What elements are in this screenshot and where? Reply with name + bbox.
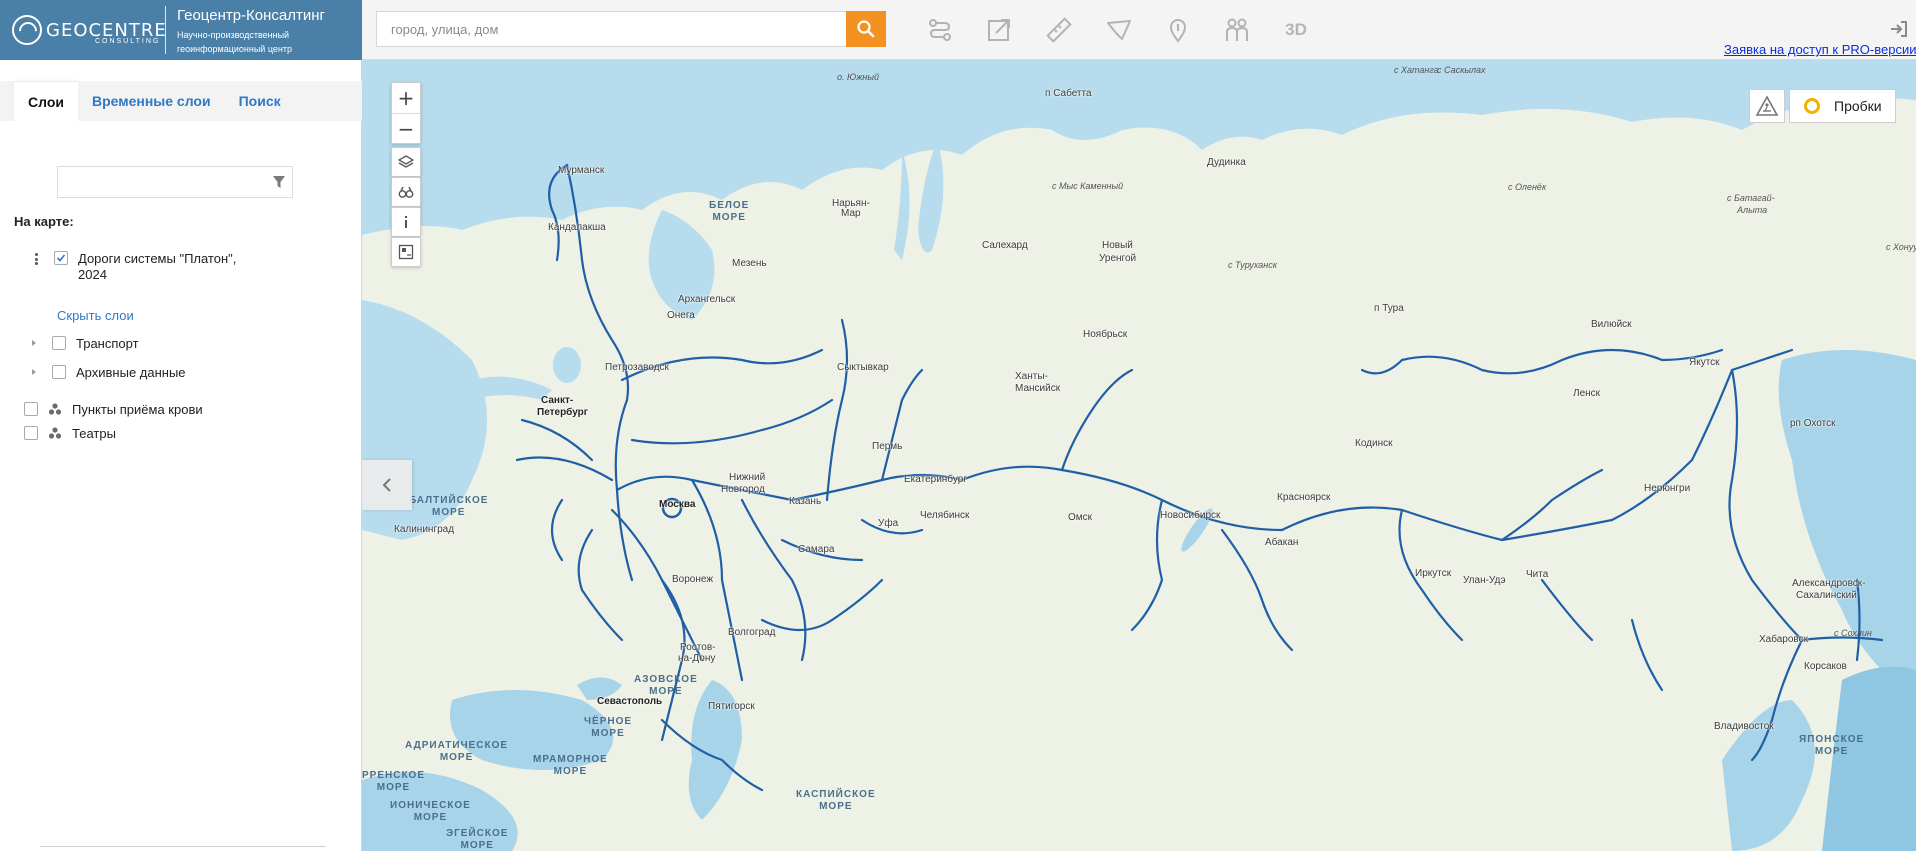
point-cluster-icon <box>48 427 62 439</box>
hide-layers-link[interactable]: Скрыть слои <box>57 308 134 323</box>
logout-button[interactable] <box>1886 16 1912 42</box>
3d-mode-button[interactable]: 3D <box>1278 12 1314 48</box>
layer-label-theaters: Театры <box>72 426 116 441</box>
expand-arrow-icon[interactable] <box>30 368 38 376</box>
tab-temporary-layers[interactable]: Временные слои <box>78 81 225 121</box>
basemap[interactable] <box>362 60 1916 851</box>
layer-item-blood-points: Пункты приёма крови <box>24 402 203 417</box>
people-icon <box>1226 18 1248 41</box>
pro-access-link[interactable]: Заявка на доступ к PRO-версии <box>1724 42 1916 57</box>
search-button[interactable] <box>846 11 886 47</box>
route-icon <box>929 19 951 41</box>
company-description-line: Научно-производственный <box>177 30 290 40</box>
point-cluster-icon <box>48 403 62 415</box>
logout-icon <box>1891 21 1907 37</box>
map-viewport[interactable]: Мурманск Кандалакша Мезень Архангельск Онега… <box>362 60 1916 851</box>
layer-checkbox-blood-points[interactable] <box>24 402 38 416</box>
traffic-label: Пробки <box>1834 98 1882 114</box>
layer-year: 2024 <box>78 267 107 282</box>
traffic-toggle-button[interactable]: Пробки <box>1789 89 1896 123</box>
layer-label-blood-points: Пункты приёма крови <box>72 402 203 417</box>
filter-icon[interactable] <box>272 175 286 189</box>
binoculars-button[interactable] <box>391 177 421 207</box>
layer-group-archive: Архивные данные <box>30 365 186 380</box>
toolbar: 3D <box>362 0 1916 60</box>
layer-checkbox-platon[interactable] <box>54 251 68 265</box>
layer-item-platon: Дороги системы "Платон", 2024 <box>30 251 248 283</box>
layer-name: Дороги системы "Платон", <box>78 251 237 266</box>
layer-filter-input[interactable] <box>57 166 293 198</box>
road-works-icon <box>1755 95 1779 116</box>
chevron-left-icon <box>382 478 391 492</box>
company-title: Геоцентр-Консалтинг <box>177 7 326 24</box>
collapse-sidebar-button[interactable] <box>362 460 412 510</box>
info-icon <box>405 216 407 228</box>
company-description: Научно-производственный геоинформационны… <box>177 28 337 56</box>
layer-checkbox-theaters[interactable] <box>24 426 38 440</box>
group-label-archive: Архивные данные <box>76 365 186 380</box>
layer-item-theaters: Театры <box>24 426 116 441</box>
ruler-icon <box>1046 17 1072 43</box>
on-map-heading: На карте: <box>14 214 74 229</box>
logo-icon <box>12 15 42 45</box>
basemap-layers-button[interactable] <box>391 147 421 177</box>
drag-handle-icon[interactable] <box>30 251 42 267</box>
layer-group-transport: Транспорт <box>30 336 139 351</box>
people-tool-button[interactable] <box>1219 12 1255 48</box>
sidebar-divider <box>40 846 326 847</box>
poi-icon <box>1169 19 1187 43</box>
company-description-line: геоинформационный центр <box>177 44 292 54</box>
layers-icon <box>398 155 414 168</box>
zoom-in-button[interactable]: + <box>392 83 420 113</box>
lake-ladoga <box>553 347 581 383</box>
map-frame-icon <box>398 244 414 260</box>
area-icon <box>1107 20 1131 40</box>
checkmark-icon <box>56 254 66 262</box>
road-works-button[interactable] <box>1749 89 1785 123</box>
zoom-control: + − <box>391 82 421 144</box>
area-tool-button[interactable] <box>1101 12 1137 48</box>
poi-tool-button[interactable] <box>1160 12 1196 48</box>
sidebar-tabs: Слои Временные слои Поиск <box>14 81 295 121</box>
layer-label-platon: Дороги системы "Платон", 2024 <box>78 251 248 283</box>
layers-sidebar: Слои Временные слои Поиск На карте: Доро… <box>0 60 362 851</box>
address-search-input[interactable] <box>376 11 848 47</box>
tab-layers[interactable]: Слои <box>14 81 78 121</box>
ruler-tool-button[interactable] <box>1041 12 1077 48</box>
tab-search[interactable]: Поиск <box>225 81 295 121</box>
binoculars-icon <box>398 186 414 198</box>
group-checkbox-archive[interactable] <box>52 365 66 379</box>
edit-icon <box>988 19 1010 41</box>
traffic-indicator-icon <box>1804 98 1820 114</box>
search-icon <box>857 20 875 38</box>
route-tool-button[interactable] <box>922 12 958 48</box>
edit-tool-button[interactable] <box>981 12 1017 48</box>
group-label-transport: Транспорт <box>76 336 139 351</box>
group-checkbox-transport[interactable] <box>52 336 66 350</box>
zoom-out-button[interactable]: − <box>392 113 420 143</box>
logo-brand-sub: CONSULTING <box>95 38 161 45</box>
expand-arrow-icon[interactable] <box>30 339 38 347</box>
logo-divider <box>165 6 166 54</box>
logo-header[interactable]: GEOCENTRE CONSULTING Геоцентр-Консалтинг… <box>0 0 362 60</box>
map-frame-button[interactable] <box>391 237 421 267</box>
info-button[interactable] <box>391 207 421 237</box>
